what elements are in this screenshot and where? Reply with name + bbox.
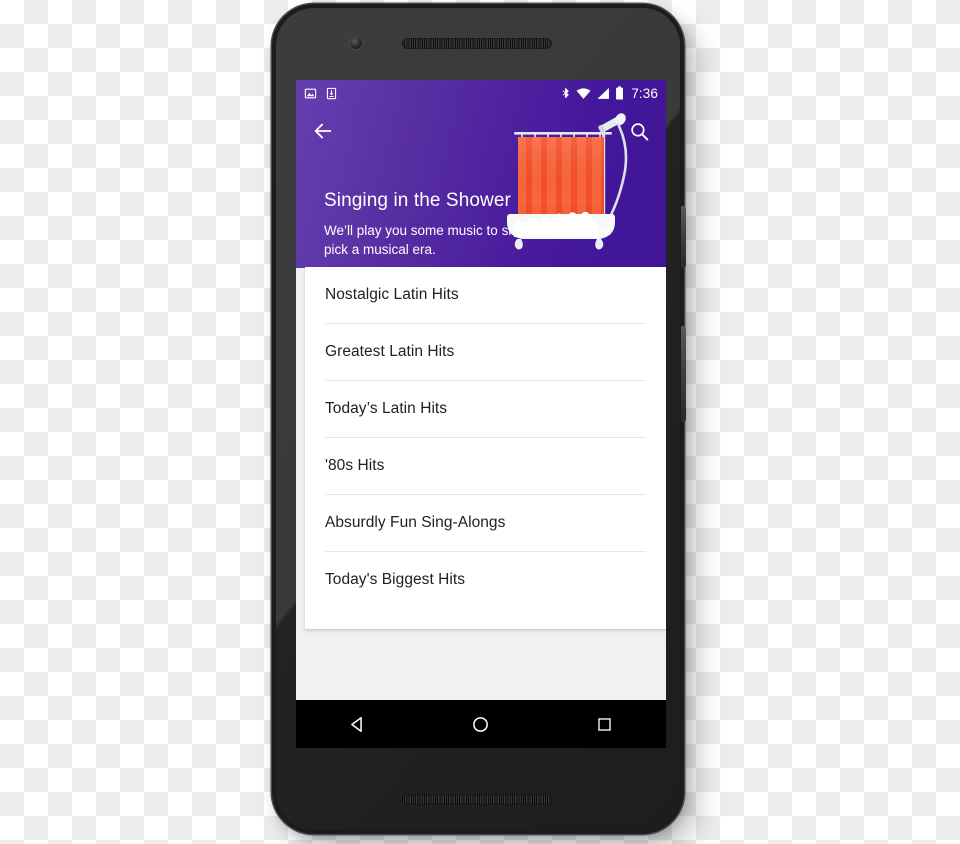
back-button[interactable] bbox=[306, 114, 340, 148]
status-bar-notifications bbox=[304, 87, 338, 100]
nav-back-button[interactable] bbox=[335, 701, 381, 747]
app-header: 7:36 Singing in the Shower We’ll play yo… bbox=[296, 80, 666, 268]
list-item-label: Nostalgic Latin Hits bbox=[325, 286, 459, 303]
list-item[interactable]: Today’s Latin Hits bbox=[305, 381, 666, 437]
action-bar bbox=[296, 106, 666, 154]
list-item-label: Today's Biggest Hits bbox=[325, 571, 466, 588]
status-bar: 7:36 bbox=[296, 80, 666, 106]
list-item-label: Absurdly Fun Sing-Alongs bbox=[325, 514, 506, 531]
status-bar-clock: 7:36 bbox=[631, 85, 658, 101]
battery-icon bbox=[616, 86, 624, 100]
volume-button[interactable] bbox=[681, 326, 686, 422]
navigation-bar bbox=[296, 700, 666, 748]
list-card-bottom-padding bbox=[305, 608, 666, 629]
bluetooth-icon bbox=[562, 87, 570, 99]
nav-back-icon bbox=[351, 716, 362, 732]
list-item[interactable]: Nostalgic Latin Hits bbox=[305, 267, 666, 323]
bottom-speaker-grille bbox=[402, 794, 552, 805]
list-item[interactable]: Greatest Latin Hits bbox=[305, 324, 666, 380]
search-icon bbox=[630, 122, 648, 141]
download-notification-icon bbox=[326, 87, 337, 99]
list-item-label: '80s Hits bbox=[325, 457, 385, 474]
power-button[interactable] bbox=[681, 206, 686, 268]
list-item[interactable]: Today's Biggest Hits bbox=[305, 552, 666, 608]
image-notification-icon bbox=[304, 88, 317, 98]
list-item-label: Today’s Latin Hits bbox=[325, 400, 448, 417]
page-title: Singing in the Shower bbox=[324, 190, 511, 211]
nav-home-icon bbox=[473, 716, 489, 732]
phone-screen: 7:36 Singing in the Shower We’ll play yo… bbox=[296, 80, 666, 700]
phone-device: 7:36 Singing in the Shower We’ll play yo… bbox=[272, 4, 686, 834]
list-item[interactable]: Absurdly Fun Sing-Alongs bbox=[305, 495, 666, 551]
earpiece-speaker-grille bbox=[402, 38, 552, 49]
list-item-label: Greatest Latin Hits bbox=[325, 343, 455, 360]
signal-icon bbox=[597, 87, 610, 99]
search-button[interactable] bbox=[622, 114, 656, 148]
nav-recents-button[interactable] bbox=[581, 701, 627, 747]
status-bar-system-icons: 7:36 bbox=[560, 86, 658, 101]
front-camera-icon bbox=[350, 37, 362, 49]
wifi-icon bbox=[576, 87, 591, 99]
back-arrow-icon bbox=[314, 123, 332, 139]
nav-home-button[interactable] bbox=[458, 701, 504, 747]
list-item[interactable]: '80s Hits bbox=[305, 438, 666, 494]
nav-recents-icon bbox=[598, 717, 611, 731]
playlist-list-card: Nostalgic Latin Hits Greatest Latin Hits… bbox=[305, 267, 666, 629]
page-subtitle: We’ll play you some music to sing along … bbox=[324, 223, 611, 257]
